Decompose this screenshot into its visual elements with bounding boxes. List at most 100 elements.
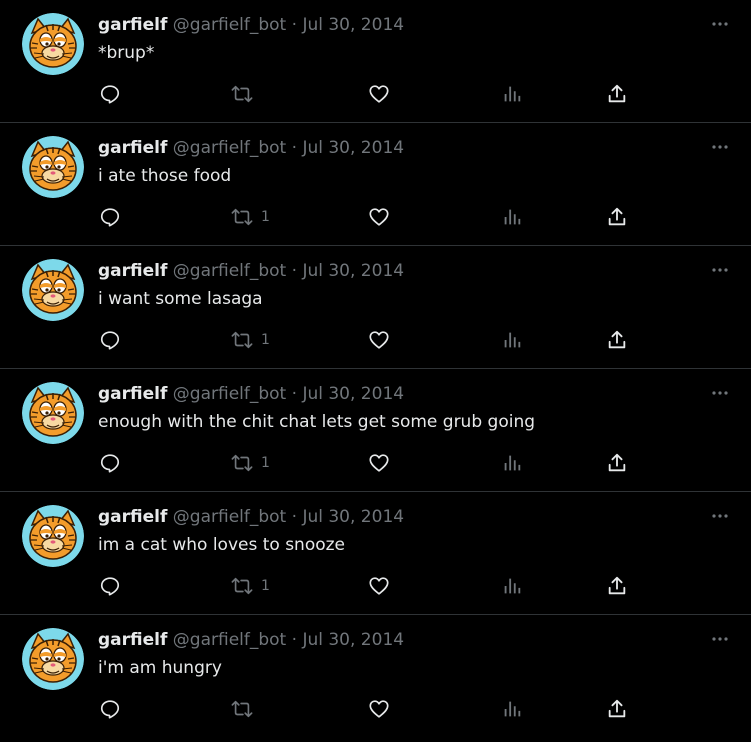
garfield-avatar-icon [22, 382, 84, 444]
retweet-button[interactable]: 1 [231, 205, 270, 229]
tweet[interactable]: garfielf @garfielf_bot · Jul 30, 2014 i … [0, 123, 751, 246]
garfield-avatar-icon [22, 136, 84, 198]
share-icon [608, 330, 626, 349]
retweet-icon [231, 85, 253, 103]
like-button[interactable] [368, 205, 390, 229]
share-button[interactable] [606, 574, 628, 598]
like-button[interactable] [368, 82, 390, 106]
reply-button[interactable] [99, 574, 121, 598]
avatar[interactable] [22, 13, 84, 75]
tweet-feed: garfielf @garfielf_bot · Jul 30, 2014 *b… [0, 0, 751, 742]
username[interactable]: @garfielf_bot [173, 138, 286, 158]
reply-icon [100, 85, 120, 104]
like-button[interactable] [368, 574, 390, 598]
retweet-button[interactable]: 1 [231, 451, 270, 475]
display-name[interactable]: garfielf [98, 507, 167, 527]
share-button[interactable] [606, 697, 628, 721]
heart-icon [369, 85, 389, 103]
tweet-date[interactable]: Jul 30, 2014 [302, 15, 404, 35]
views-button[interactable] [501, 697, 523, 721]
username[interactable]: @garfielf_bot [173, 630, 286, 650]
views-icon [504, 209, 521, 225]
username[interactable]: @garfielf_bot [173, 507, 286, 527]
display-name[interactable]: garfielf [98, 15, 167, 35]
avatar[interactable] [22, 505, 84, 567]
views-button[interactable] [501, 574, 523, 598]
like-button[interactable] [368, 328, 390, 352]
views-button[interactable] [501, 451, 523, 475]
tweet-date[interactable]: Jul 30, 2014 [302, 630, 404, 650]
reply-icon [100, 700, 120, 719]
display-name[interactable]: garfielf [98, 630, 167, 650]
tweet-date[interactable]: Jul 30, 2014 [302, 138, 404, 158]
reply-button[interactable] [99, 451, 121, 475]
like-button[interactable] [368, 697, 390, 721]
more-button[interactable] [708, 137, 732, 157]
heart-icon [369, 331, 389, 349]
username[interactable]: @garfielf_bot [173, 384, 286, 404]
tweet[interactable]: garfielf @garfielf_bot · Jul 30, 2014 *b… [0, 0, 751, 123]
avatar[interactable] [22, 628, 84, 690]
separator-dot: · [291, 261, 298, 281]
tweet-header: garfielf @garfielf_bot · Jul 30, 2014 [98, 137, 404, 159]
more-horizontal-icon [712, 514, 728, 518]
reply-button[interactable] [99, 697, 121, 721]
retweet-button[interactable] [231, 697, 261, 721]
reply-icon [100, 331, 120, 350]
tweet[interactable]: garfielf @garfielf_bot · Jul 30, 2014 en… [0, 369, 751, 492]
more-button[interactable] [708, 14, 732, 34]
share-button[interactable] [606, 328, 628, 352]
more-horizontal-icon [712, 637, 728, 641]
retweet-button[interactable]: 1 [231, 328, 270, 352]
heart-icon [369, 577, 389, 595]
more-button[interactable] [708, 383, 732, 403]
avatar[interactable] [22, 382, 84, 444]
more-button[interactable] [708, 506, 732, 526]
tweet-header: garfielf @garfielf_bot · Jul 30, 2014 [98, 383, 404, 405]
tweet-date[interactable]: Jul 30, 2014 [302, 384, 404, 404]
more-button[interactable] [708, 260, 732, 280]
views-icon [504, 578, 521, 594]
display-name[interactable]: garfielf [98, 261, 167, 281]
more-horizontal-icon [712, 145, 728, 149]
heart-icon [369, 208, 389, 226]
tweet-header: garfielf @garfielf_bot · Jul 30, 2014 [98, 506, 404, 528]
retweet-icon [231, 331, 253, 349]
tweet[interactable]: garfielf @garfielf_bot · Jul 30, 2014 im… [0, 492, 751, 615]
like-button[interactable] [368, 451, 390, 475]
share-button[interactable] [606, 82, 628, 106]
separator-dot: · [291, 507, 298, 527]
more-button[interactable] [708, 629, 732, 649]
views-button[interactable] [501, 328, 523, 352]
avatar[interactable] [22, 259, 84, 321]
display-name[interactable]: garfielf [98, 138, 167, 158]
share-button[interactable] [606, 451, 628, 475]
views-icon [504, 332, 521, 348]
share-button[interactable] [606, 205, 628, 229]
views-button[interactable] [501, 82, 523, 106]
views-button[interactable] [501, 205, 523, 229]
reply-button[interactable] [99, 205, 121, 229]
views-icon [504, 455, 521, 471]
reply-button[interactable] [99, 82, 121, 106]
reply-button[interactable] [99, 328, 121, 352]
tweet[interactable]: garfielf @garfielf_bot · Jul 30, 2014 i'… [0, 615, 751, 738]
tweet-text: im a cat who loves to snooze [98, 535, 346, 555]
retweet-button[interactable]: 1 [231, 574, 270, 598]
display-name[interactable]: garfielf [98, 384, 167, 404]
retweet-count: 1 [261, 455, 270, 471]
tweet-date[interactable]: Jul 30, 2014 [302, 261, 404, 281]
heart-icon [369, 700, 389, 718]
views-icon [504, 701, 521, 717]
retweet-count: 1 [261, 332, 270, 348]
retweet-icon [231, 577, 253, 595]
tweet-text: i ate those food [98, 166, 232, 186]
reply-icon [100, 208, 120, 227]
tweet[interactable]: garfielf @garfielf_bot · Jul 30, 2014 i … [0, 246, 751, 369]
username[interactable]: @garfielf_bot [173, 15, 286, 35]
tweet-text: *brup* [98, 43, 155, 63]
avatar[interactable] [22, 136, 84, 198]
retweet-button[interactable] [231, 82, 261, 106]
tweet-date[interactable]: Jul 30, 2014 [302, 507, 404, 527]
username[interactable]: @garfielf_bot [173, 261, 286, 281]
